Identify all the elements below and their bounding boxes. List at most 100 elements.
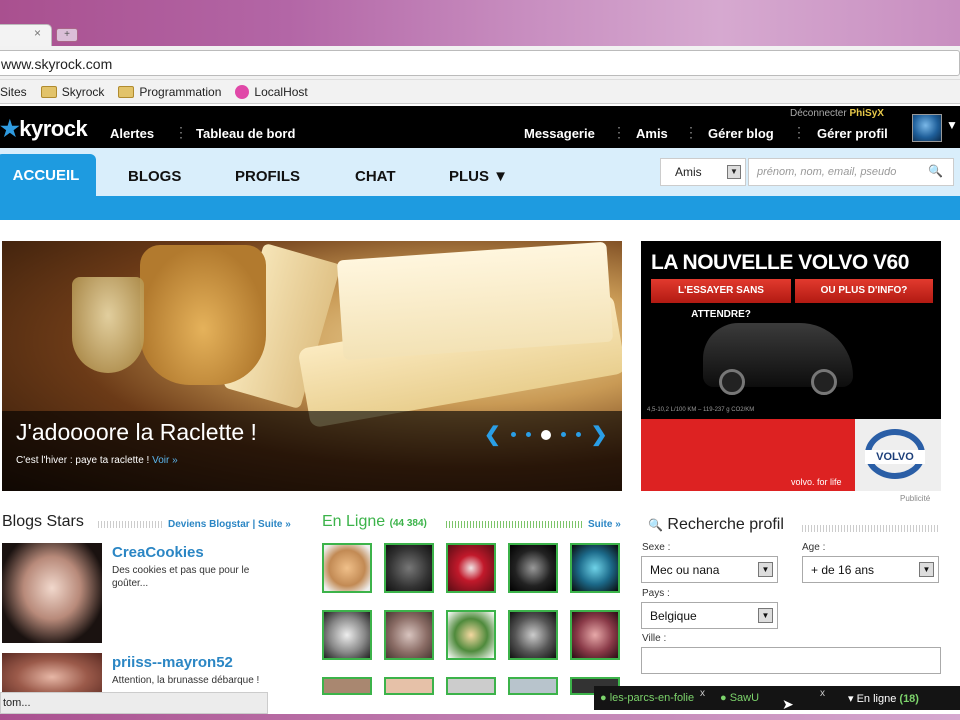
online-friends-count: (18) <box>899 693 919 705</box>
chevron-left-icon[interactable]: ❮ <box>484 422 501 447</box>
tab-plus[interactable]: PLUS ▼ <box>449 168 508 185</box>
chevron-down-icon: ▼ <box>727 165 741 179</box>
slider-dot[interactable] <box>560 432 566 437</box>
tab-accueil[interactable]: ACCUEIL <box>0 154 96 196</box>
sexe-select[interactable]: Mec ou nana ▼ <box>641 556 778 583</box>
bookmark-localhost[interactable]: LocalHost <box>235 84 308 99</box>
slider-dot[interactable] <box>575 432 581 437</box>
nav-messagerie[interactable]: Messagerie <box>524 126 595 141</box>
section-stripe <box>802 525 940 532</box>
profile-search-label: Recherche profil <box>667 516 784 533</box>
bookmark-label: Skyrock <box>61 84 105 99</box>
address-bar[interactable]: www.skyrock.com <box>0 50 960 76</box>
hero-subtitle-text: C'est l'hiver : paye ta raclette ! <box>16 455 150 466</box>
slider-controls: ❮ ❯ <box>484 422 608 447</box>
user-avatar[interactable] <box>912 114 942 142</box>
search-icon[interactable]: 🔍 <box>928 164 943 178</box>
chevron-down-icon[interactable]: ▼ <box>946 118 958 132</box>
nav-amis[interactable]: Amis <box>636 126 668 141</box>
bookmark-programmation[interactable]: Programmation <box>118 85 221 99</box>
hero-title[interactable]: J'adoooore la Raclette ! <box>16 419 257 446</box>
nav-gerer-blog[interactable]: Gérer blog <box>708 126 774 141</box>
chat-tab[interactable]: ● les-parcs-en-folie <box>600 692 694 704</box>
bookmark-sites[interactable]: Sites <box>0 85 27 99</box>
nav-alertes[interactable]: Alertes <box>110 126 154 141</box>
close-icon[interactable]: x <box>820 688 825 699</box>
ad-try-button[interactable]: L'ESSAYER SANS ATTENDRE? <box>651 279 791 320</box>
online-user-thumb[interactable] <box>446 543 496 593</box>
logout-label: Déconnecter <box>790 108 847 119</box>
blogstar-link[interactable]: Deviens Blogstar | Suite » <box>168 519 291 530</box>
volvo-ad[interactable]: LA NOUVELLE VOLVO V60 L'ESSAYER SANS ATT… <box>641 241 941 491</box>
ad-fine-print: 4,5-10,2 L/100 KM – 119-237 g CO2/KM <box>647 407 755 413</box>
online-user-thumb[interactable] <box>322 677 372 695</box>
tab-chat[interactable]: CHAT <box>355 168 396 185</box>
ville-input[interactable] <box>641 647 941 674</box>
bookmark-label: Sites <box>0 84 27 99</box>
online-user-thumb[interactable] <box>384 677 434 695</box>
hero-decor <box>140 245 266 385</box>
url-text: www.skyrock.com <box>1 56 113 72</box>
skyrock-logo[interactable]: ★kyrock <box>0 116 88 142</box>
username: PhiSyX <box>849 108 884 119</box>
online-user-thumb[interactable] <box>322 543 372 593</box>
blog-name-link[interactable]: CreaCookies <box>112 544 204 561</box>
slider-dot-active[interactable] <box>540 429 551 440</box>
nav-tableau-de-bord[interactable]: Tableau de bord <box>196 126 295 141</box>
separator: ⋮ <box>792 124 806 140</box>
pays-value: Belgique <box>650 609 697 623</box>
desktop-bottom <box>0 714 960 720</box>
bookmark-skyrock[interactable]: Skyrock <box>40 84 105 99</box>
chat-online-toggle[interactable]: ▾ En ligne (18) <box>848 692 919 705</box>
age-label: Age : <box>802 542 826 553</box>
tab-profils[interactable]: PROFILS <box>235 168 300 185</box>
age-select[interactable]: + de 16 ans ▼ <box>802 556 939 583</box>
folder-icon <box>118 85 135 98</box>
blog-avatar[interactable] <box>2 653 102 693</box>
online-user-thumb[interactable] <box>508 610 558 660</box>
sexe-value: Mec ou nana <box>650 563 720 577</box>
online-user-thumb[interactable] <box>570 610 620 660</box>
hero-more-link[interactable]: Voir » <box>152 455 178 466</box>
separator: ⋮ <box>612 124 626 140</box>
new-tab-button[interactable]: + <box>56 28 78 42</box>
search-placeholder: prénom, nom, email, pseudo <box>757 166 897 178</box>
ad-slogan: volvo. for life <box>791 477 842 487</box>
chevron-right-icon[interactable]: ❯ <box>591 422 608 447</box>
online-user-thumb[interactable] <box>322 610 372 660</box>
browser-tab[interactable] <box>0 24 52 46</box>
logo-text: kyrock <box>19 116 88 141</box>
online-user-thumb[interactable] <box>446 610 496 660</box>
online-user-thumb[interactable] <box>570 543 620 593</box>
online-user-thumb[interactable] <box>446 677 496 695</box>
navbar-underline <box>0 196 960 220</box>
hero-decor <box>336 241 614 361</box>
close-icon[interactable]: x <box>700 688 705 699</box>
tab-close-icon[interactable]: × <box>34 26 41 40</box>
ad-info-button[interactable]: OU PLUS D'INFO? <box>795 279 933 303</box>
search-scope-select[interactable]: Amis ▼ <box>660 158 746 186</box>
online-user-thumb[interactable] <box>508 677 558 695</box>
blog-name-link[interactable]: priiss--mayron52 <box>112 654 233 671</box>
online-user-thumb[interactable] <box>384 543 434 593</box>
online-user-thumb[interactable] <box>384 610 434 660</box>
chat-tab[interactable]: ● SawU <box>720 692 759 704</box>
blog-avatar[interactable] <box>2 543 102 643</box>
car-image <box>703 323 853 395</box>
localhost-icon <box>235 84 250 99</box>
slider-dot[interactable] <box>510 432 516 437</box>
logout-link[interactable]: Déconnecter PhiSyX <box>790 108 884 119</box>
chevron-down-icon: ▼ <box>919 562 934 577</box>
blog-description: Attention, la brunasse débarque ! <box>112 675 260 686</box>
separator: ⋮ <box>684 124 698 140</box>
slider-dot[interactable] <box>525 432 531 437</box>
desktop-wallpaper <box>0 0 960 46</box>
tab-blogs[interactable]: BLOGS <box>128 168 181 185</box>
pays-select[interactable]: Belgique ▼ <box>641 602 778 629</box>
profile-search-title: 🔍 Recherche profil <box>648 516 784 534</box>
online-user-thumb[interactable] <box>508 543 558 593</box>
nav-gerer-profil[interactable]: Gérer profil <box>817 126 888 141</box>
online-count: (44 384) <box>389 518 427 529</box>
search-input[interactable]: prénom, nom, email, pseudo 🔍 <box>748 158 954 186</box>
en-ligne-more-link[interactable]: Suite » <box>588 519 621 530</box>
